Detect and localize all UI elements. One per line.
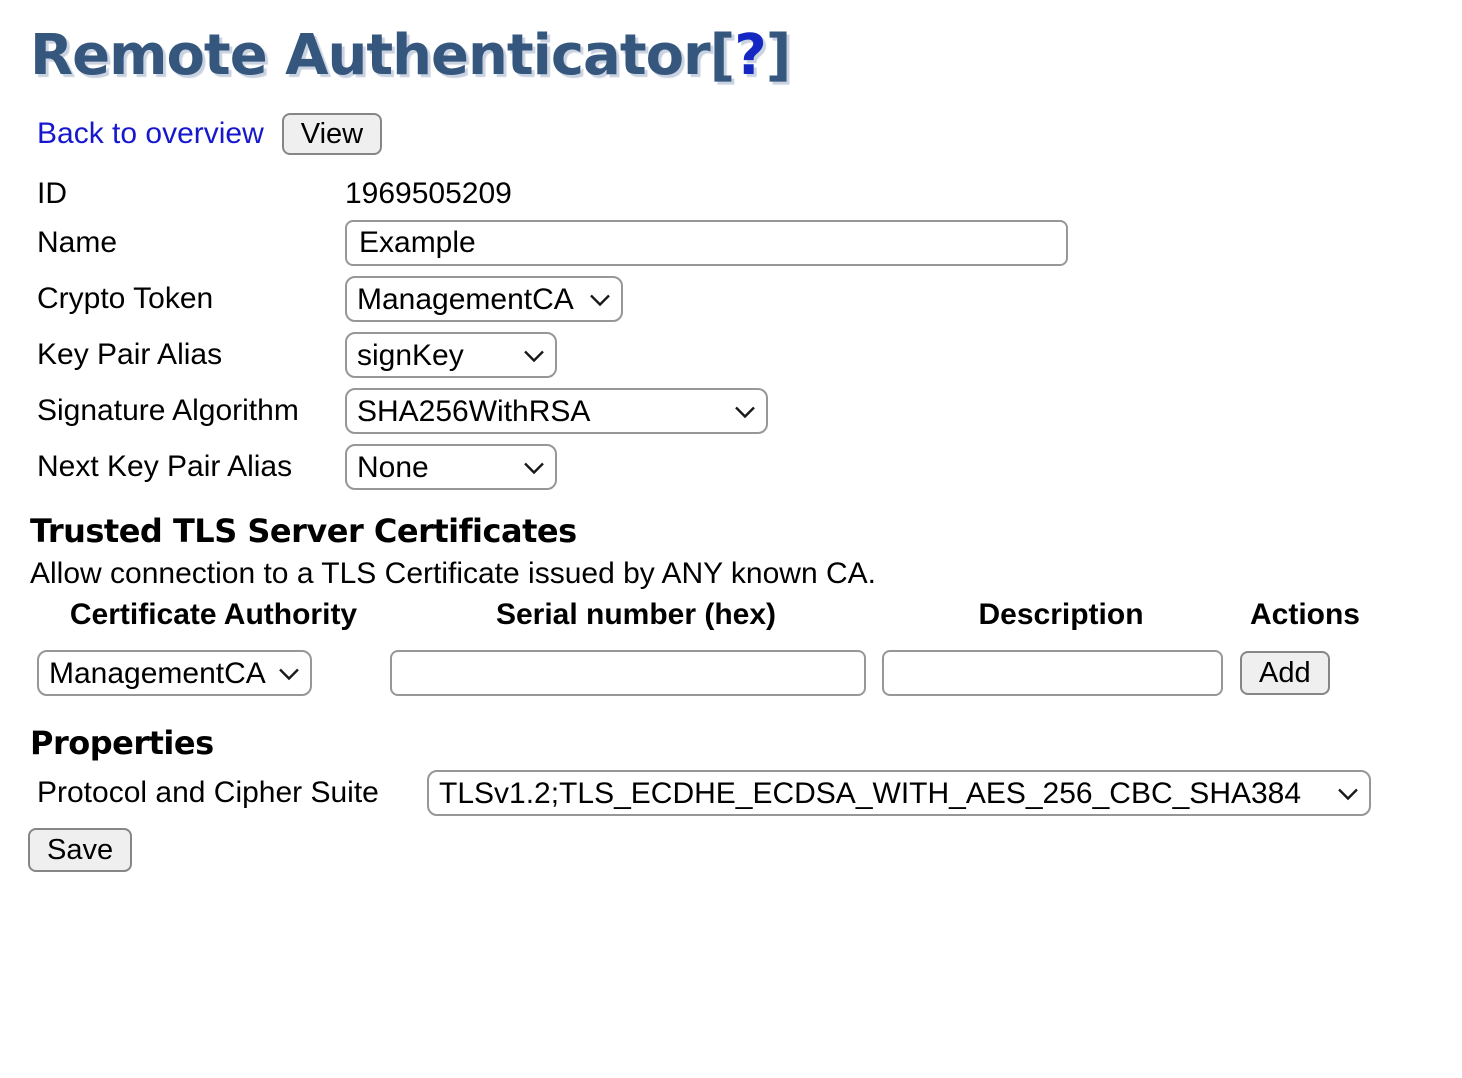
key-pair-alias-row: Key Pair Alias signKey bbox=[37, 332, 1462, 378]
key-pair-alias-label: Key Pair Alias bbox=[37, 338, 345, 372]
authenticator-form: ID 1969505209 Name Crypto Token Manageme… bbox=[0, 176, 1462, 490]
column-header-description: Description bbox=[882, 598, 1240, 648]
crypto-token-row: Crypto Token ManagementCA bbox=[37, 276, 1462, 322]
id-row: ID 1969505209 bbox=[37, 176, 1462, 212]
view-button[interactable]: View bbox=[282, 113, 382, 155]
description-input[interactable] bbox=[882, 650, 1223, 696]
page-title: Remote Authenticator[?] bbox=[30, 24, 1462, 88]
signature-algorithm-label: Signature Algorithm bbox=[37, 394, 345, 428]
signature-algorithm-row: Signature Algorithm SHA256WithRSA bbox=[37, 388, 1462, 434]
add-button[interactable]: Add bbox=[1240, 651, 1330, 695]
next-key-pair-alias-row: Next Key Pair Alias None bbox=[37, 444, 1462, 490]
id-label: ID bbox=[37, 177, 345, 211]
protocol-cipher-row: Protocol and Cipher Suite TLSv1.2;TLS_EC… bbox=[37, 770, 1462, 816]
table-header-row: Certificate Authority Serial number (hex… bbox=[37, 598, 1370, 648]
id-value: 1969505209 bbox=[345, 177, 1462, 211]
protocol-cipher-label: Protocol and Cipher Suite bbox=[37, 776, 427, 810]
back-to-overview-link[interactable]: Back to overview bbox=[37, 117, 264, 151]
name-row: Name bbox=[37, 220, 1462, 266]
save-row: Save bbox=[28, 828, 1462, 872]
next-key-pair-alias-label: Next Key Pair Alias bbox=[37, 450, 345, 484]
page-title-text: Remote Authenticator bbox=[30, 23, 710, 88]
serial-number-input[interactable] bbox=[390, 650, 866, 696]
signature-algorithm-select[interactable]: SHA256WithRSA bbox=[345, 388, 768, 434]
help-link[interactable]: ? bbox=[734, 23, 765, 88]
crypto-token-label: Crypto Token bbox=[37, 282, 345, 316]
column-header-actions: Actions bbox=[1240, 598, 1370, 648]
crypto-token-select[interactable]: ManagementCA bbox=[345, 276, 623, 322]
name-label: Name bbox=[37, 226, 345, 260]
properties-heading: Properties bbox=[30, 724, 1462, 762]
trusted-tls-note: Allow connection to a TLS Certificate is… bbox=[30, 556, 1462, 592]
help-bracket-open: [ bbox=[710, 23, 735, 88]
save-button[interactable]: Save bbox=[28, 828, 132, 872]
column-header-certificate-authority: Certificate Authority bbox=[37, 598, 390, 648]
key-pair-alias-select[interactable]: signKey bbox=[345, 332, 557, 378]
certificate-authority-select[interactable]: ManagementCA bbox=[37, 650, 312, 696]
help-bracket-close: ] bbox=[766, 23, 791, 88]
protocol-cipher-select[interactable]: TLSv1.2;TLS_ECDHE_ECDSA_WITH_AES_256_CBC… bbox=[427, 770, 1371, 816]
trusted-tls-table: Certificate Authority Serial number (hex… bbox=[37, 598, 1370, 698]
name-input[interactable] bbox=[345, 220, 1068, 266]
table-row: ManagementCA Add bbox=[37, 648, 1370, 698]
column-header-serial-number: Serial number (hex) bbox=[390, 598, 882, 648]
toolbar: Back to overview View bbox=[37, 112, 1462, 156]
next-key-pair-alias-select[interactable]: None bbox=[345, 444, 557, 490]
trusted-tls-heading: Trusted TLS Server Certificates bbox=[30, 512, 1462, 550]
